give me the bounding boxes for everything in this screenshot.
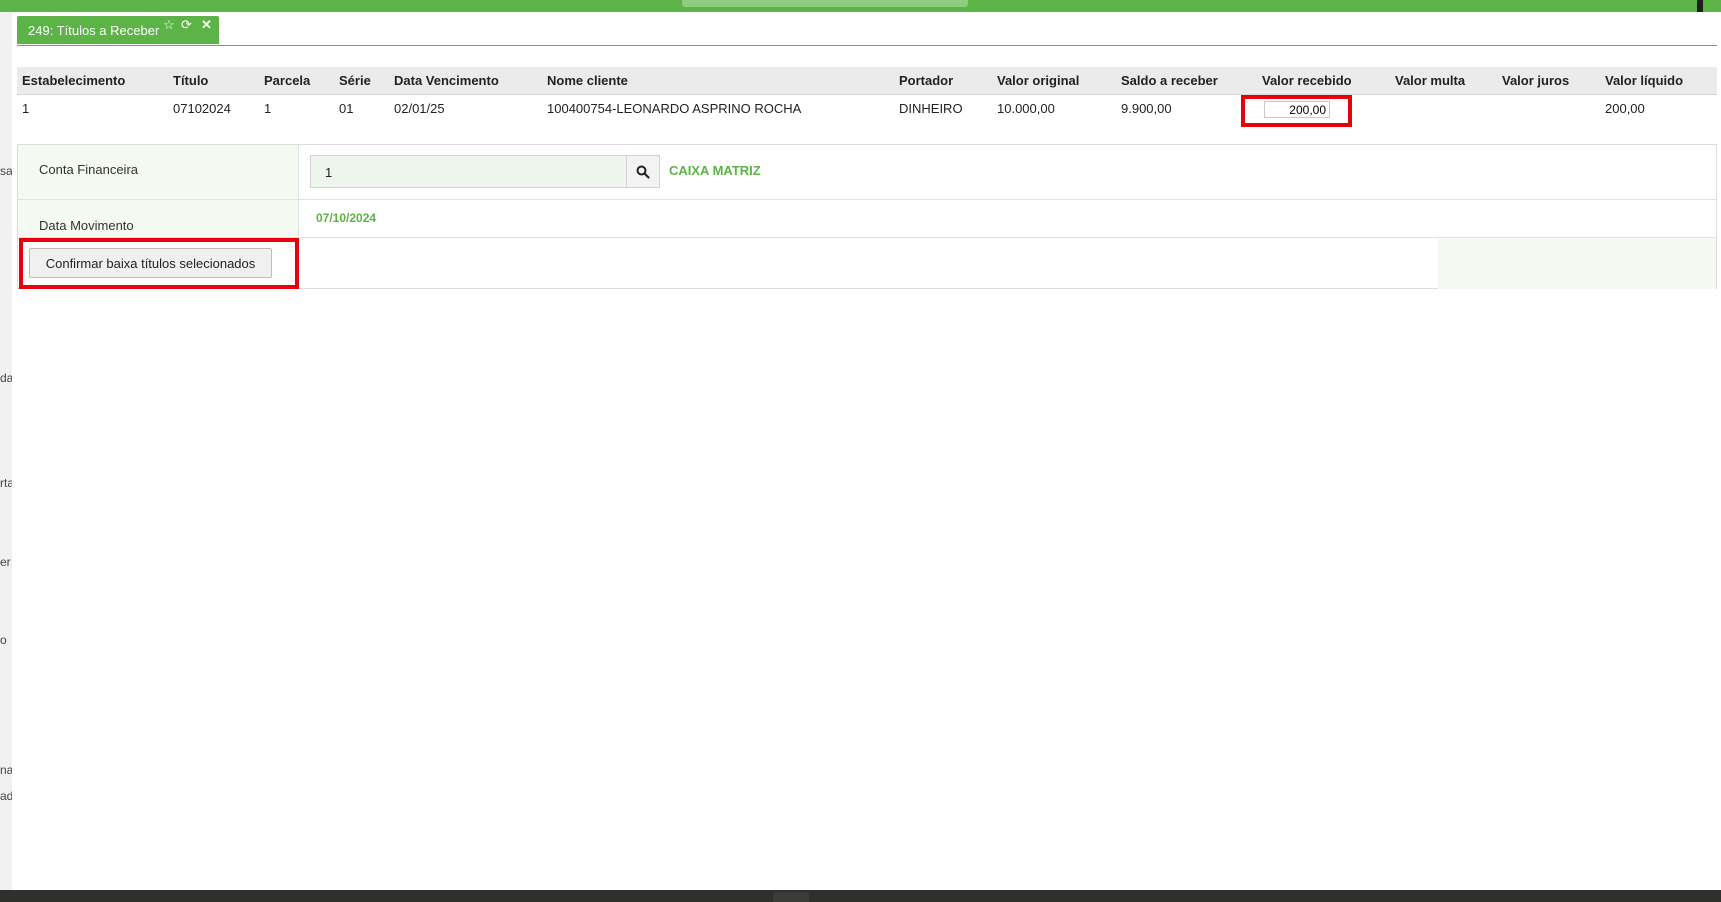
sidebar-fragment: er — [0, 555, 11, 569]
tab-titulos-a-receber[interactable]: 249: Títulos a Receber ☆ ⟳ ✕ — [17, 16, 219, 44]
highlight-box-confirmar — [19, 238, 299, 289]
star-icon[interactable]: ☆ — [163, 17, 175, 33]
close-icon[interactable]: ✕ — [201, 17, 212, 33]
cell-portador: DINHEIRO — [899, 101, 963, 116]
col-estabelecimento[interactable]: Estabelecimento — [17, 67, 168, 95]
search-icon — [636, 165, 650, 179]
col-portador[interactable]: Portador — [894, 67, 992, 95]
sidebar-fragment: da — [0, 371, 12, 385]
cell-data-vencimento: 02/01/25 — [394, 101, 445, 116]
col-titulo[interactable]: Título — [168, 67, 259, 95]
cell-parcela: 1 — [264, 101, 272, 116]
background-sidebar-strip: sa da rta er o na ad — [0, 12, 12, 890]
refresh-icon[interactable]: ⟳ — [181, 17, 192, 33]
tab-title: 249: Títulos a Receber — [28, 23, 160, 38]
footer-shade — [1438, 238, 1716, 289]
col-valor-multa[interactable]: Valor multa — [1390, 67, 1497, 95]
sidebar-fragment: na — [0, 763, 12, 777]
sidebar-fragment: rta — [0, 476, 12, 490]
cell-saldo-receber: 9.900,00 — [1121, 101, 1172, 116]
col-serie[interactable]: Série — [334, 67, 389, 95]
cell-valor-multa — [1390, 95, 1497, 134]
top-window-bar — [0, 0, 1721, 12]
search-button[interactable] — [626, 155, 660, 188]
col-valor-original[interactable]: Valor original — [992, 67, 1116, 95]
window-drag-handle[interactable] — [682, 0, 968, 7]
sidebar-fragment: o — [0, 633, 7, 647]
col-valor-liquido[interactable]: Valor líquido — [1600, 67, 1717, 95]
col-saldo-receber[interactable]: Saldo a receber — [1116, 67, 1257, 95]
cell-valor-juros — [1497, 95, 1600, 134]
col-data-vencimento[interactable]: Data Vencimento — [389, 67, 542, 95]
sidebar-fragment: sa — [0, 164, 12, 178]
cell-titulo: 07102024 — [173, 101, 231, 116]
conta-financeira-label: Conta Financeira — [39, 162, 138, 177]
bottom-taskbar — [0, 890, 1721, 902]
data-movimento-value: 07/10/2024 — [316, 211, 377, 225]
data-label-cell: Data Movimento — [18, 200, 299, 237]
window-corner-mark — [1697, 0, 1703, 12]
data-movimento-label: Data Movimento — [39, 218, 134, 233]
table-row[interactable]: 1 07102024 1 01 02/01/25 100400754-LEONA… — [17, 95, 1717, 134]
col-valor-juros[interactable]: Valor juros — [1497, 67, 1600, 95]
tab-underline — [17, 45, 1717, 46]
sidebar-fragment: ad — [0, 789, 12, 803]
cell-estabelecimento: 1 — [22, 101, 30, 116]
table-header-row: Estabelecimento Título Parcela Série Dat… — [17, 67, 1717, 95]
highlight-box-valor-recebido — [1241, 95, 1352, 127]
conta-name-label: CAIXA MATRIZ — [669, 163, 761, 178]
col-parcela[interactable]: Parcela — [259, 67, 334, 95]
cell-serie: 01 — [339, 101, 354, 116]
taskbar-handle — [773, 892, 809, 902]
titles-table: Estabelecimento Título Parcela Série Dat… — [17, 67, 1717, 133]
conta-financeira-input[interactable]: 1 — [310, 155, 627, 188]
conta-label-cell: Conta Financeira — [18, 145, 299, 199]
cell-valor-liquido: 200,00 — [1605, 101, 1645, 116]
cell-valor-original: 10.000,00 — [997, 101, 1055, 116]
cell-nome-cliente: 100400754-LEONARDO ASPRINO ROCHA — [547, 101, 802, 116]
col-valor-recebido[interactable]: Valor recebido — [1257, 67, 1390, 95]
col-nome-cliente[interactable]: Nome cliente — [542, 67, 894, 95]
